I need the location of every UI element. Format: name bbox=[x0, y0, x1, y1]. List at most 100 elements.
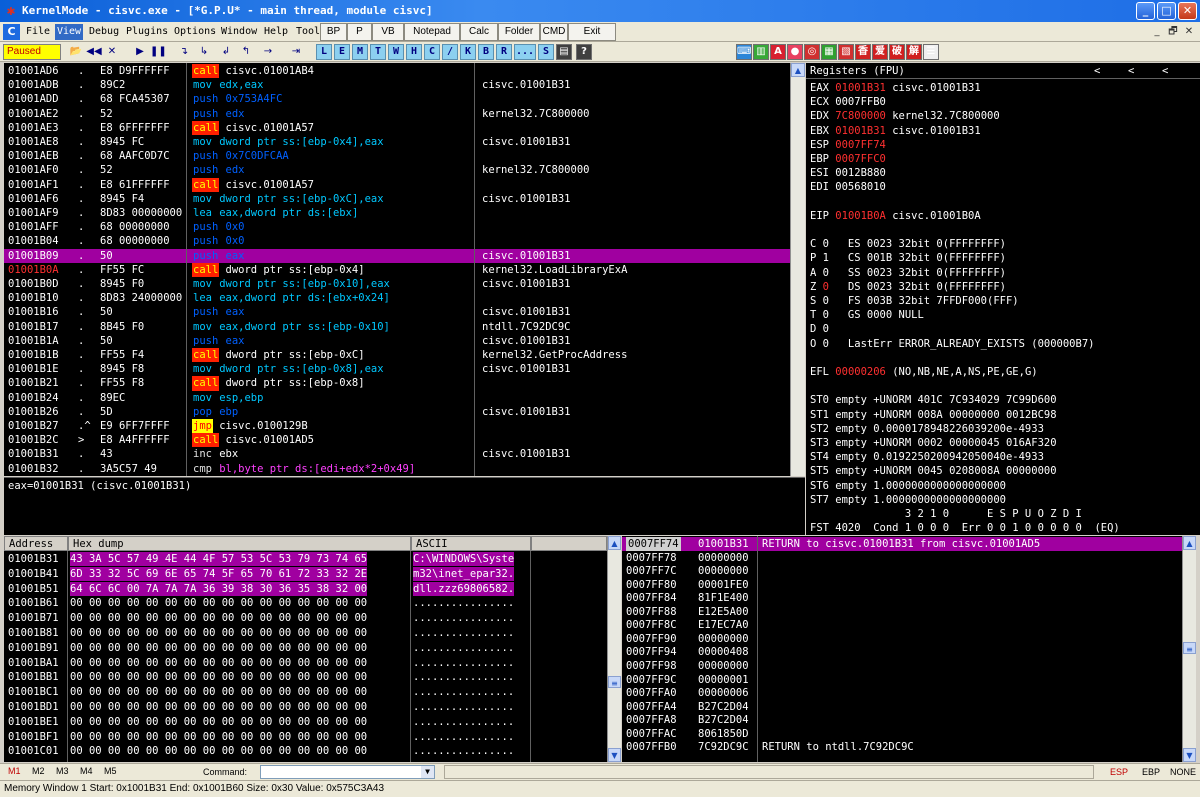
stack-row[interactable]: 0007FFAC 8061850D bbox=[622, 727, 1182, 741]
window-button-2[interactable]: M bbox=[352, 44, 368, 60]
dump-row[interactable]: 01001BA1 00 00 00 00 00 00 00 00 00 00 00… bbox=[4, 656, 607, 670]
window-button-1[interactable]: E bbox=[334, 44, 350, 60]
p-button[interactable]: P bbox=[347, 23, 372, 41]
register-line[interactable]: ESI 0012B880 bbox=[810, 166, 886, 180]
plugin-icon[interactable]: ● bbox=[787, 44, 803, 60]
minimize-button[interactable]: _ bbox=[1136, 2, 1155, 20]
disassembly-scrollbar[interactable]: ▲ bbox=[790, 63, 805, 476]
dump-row[interactable]: 01001B51 64 6C 6C 00 7A 7A 7A 36 39 38 30… bbox=[4, 581, 607, 596]
dump-scrollbar[interactable]: ▲ ≡ ▼ bbox=[607, 536, 621, 762]
register-line[interactable]: EAX 01001B31 cisvc.01001B31 bbox=[810, 81, 981, 95]
register-line[interactable]: A 0 SS 0023 32bit 0(FFFFFFFF) bbox=[810, 266, 1006, 280]
dump-header-ascii[interactable]: ASCII bbox=[411, 536, 531, 551]
window-button-6[interactable]: C bbox=[424, 44, 440, 60]
plugin-icon[interactable]: ▥ bbox=[753, 44, 769, 60]
execute-till-return-icon[interactable]: → bbox=[260, 44, 276, 60]
scroll-thumb[interactable]: ≡ bbox=[608, 676, 621, 688]
dump-row[interactable]: 01001BF1 00 00 00 00 00 00 00 00 00 00 00… bbox=[4, 730, 607, 744]
stack-row[interactable]: 0007FF80 00001FE0 bbox=[622, 578, 1182, 592]
mdi-restore-icon[interactable]: 🗗 bbox=[1166, 25, 1180, 39]
disasm-row[interactable]: 01001B0A. FF55 FC call dword ptr ss:[ebp-0x… bbox=[4, 262, 790, 277]
window-button-7[interactable]: / bbox=[442, 44, 458, 60]
dump-row[interactable]: 01001B31 43 3A 5C 57 49 4E 44 4F 57 53 5C… bbox=[4, 552, 607, 567]
register-nav-icon[interactable]: < bbox=[1162, 64, 1168, 78]
register-line[interactable]: ECX 0007FFB0 bbox=[810, 95, 886, 109]
stack-row[interactable]: 0007FFA4 B27C2D04 bbox=[622, 700, 1182, 714]
stack-row[interactable]: 0007FF74 01001B31 RETURN to cisvc.01001B31… bbox=[622, 537, 1182, 552]
plugin-icon[interactable]: ▧ bbox=[838, 44, 854, 60]
stack-row[interactable]: 0007FF84 81F1E400 bbox=[622, 591, 1182, 605]
mdi-minimize-icon[interactable]: _ bbox=[1150, 25, 1164, 39]
disasm-row[interactable]: 01001AE2. 52 push edx kernel32.7C800000 bbox=[4, 107, 790, 121]
command-input[interactable]: ▼ bbox=[260, 765, 435, 779]
dump-row[interactable]: 01001B91 00 00 00 00 00 00 00 00 00 00 00… bbox=[4, 641, 607, 655]
stack-row[interactable]: 0007FF90 00000000 bbox=[622, 632, 1182, 646]
register-line[interactable]: D 0 bbox=[810, 322, 829, 336]
menu-window[interactable]: Window bbox=[219, 24, 259, 40]
disasm-row[interactable]: 01001ADD. 68 FCA45307 push 0x753A4FC bbox=[4, 92, 790, 106]
stack-row[interactable]: 0007FF8C E17EC7A0 bbox=[622, 618, 1182, 632]
register-line[interactable]: EIP 01001B0A cisvc.01001B0A bbox=[810, 209, 981, 223]
calc-button[interactable]: Calc bbox=[460, 23, 498, 41]
disasm-row[interactable]: 01001B24. 89EC mov esp,ebp bbox=[4, 391, 790, 405]
close-button[interactable]: ✕ bbox=[1178, 2, 1197, 20]
plugin-icon[interactable]: 香 bbox=[855, 44, 871, 60]
register-line[interactable]: ST2 empty 0.0000178948226039200e-4933 bbox=[810, 422, 1044, 436]
window-button-8[interactable]: K bbox=[460, 44, 476, 60]
stack-row[interactable]: 0007FF94 00000408 bbox=[622, 645, 1182, 659]
menu-options[interactable]: Options bbox=[172, 24, 218, 40]
register-line[interactable]: C 0 ES 0023 32bit 0(FFFFFFFF) bbox=[810, 237, 1006, 251]
stack-row[interactable]: 0007FF88 E12E5A00 bbox=[622, 605, 1182, 619]
register-line[interactable]: S 0 FS 003B 32bit 7FFDF000(FFF) bbox=[810, 294, 1019, 308]
register-line[interactable]: ST1 empty +UNORM 008A 00000000 0012BC98 bbox=[810, 408, 1057, 422]
dump-row[interactable]: 01001BD1 00 00 00 00 00 00 00 00 00 00 00… bbox=[4, 700, 607, 714]
disasm-row[interactable]: 01001B1A. 50 push eax cisvc.01001B31 bbox=[4, 334, 790, 348]
dump-row[interactable]: 01001B41 6D 33 32 5C 69 6E 65 74 5F 65 70… bbox=[4, 566, 607, 581]
memory-tab-m4[interactable]: M4 bbox=[80, 766, 93, 776]
cmd-button[interactable]: CMD bbox=[540, 23, 568, 41]
stack-row[interactable]: 0007FF9C 00000001 bbox=[622, 673, 1182, 687]
disasm-row[interactable]: 01001B09. 50 push eax cisvc.01001B31 bbox=[4, 248, 790, 263]
disasm-row[interactable]: 01001B17. 8B45 F0 mov eax,dword ptr ss:[ebp… bbox=[4, 320, 790, 334]
window-button-4[interactable]: W bbox=[388, 44, 404, 60]
plugin-icon[interactable]: ◎ bbox=[804, 44, 820, 60]
disasm-row[interactable]: 01001AF1. E8 61FFFFFF call cisvc.01001A57 bbox=[4, 177, 790, 192]
dump-row[interactable]: 01001BC1 00 00 00 00 00 00 00 00 00 00 00… bbox=[4, 685, 607, 699]
disassembly-pane[interactable]: 01001AD6. E8 D9FFFFFF call cisvc.01001AB4 01… bbox=[4, 63, 790, 476]
go-to-icon[interactable]: ⇥ bbox=[288, 44, 304, 60]
stack-row[interactable]: 0007FF7C 00000000 bbox=[622, 564, 1182, 578]
disasm-row[interactable]: 01001B31. 43 inc ebx cisvc.01001B31 bbox=[4, 447, 790, 461]
window-button-9[interactable]: B bbox=[478, 44, 494, 60]
stack-row[interactable]: 0007FFA0 00000006 bbox=[622, 686, 1182, 700]
disasm-row[interactable]: 01001ADB. 89C2 mov edx,eax cisvc.01001B31 bbox=[4, 78, 790, 92]
stack-row[interactable]: 0007FFA8 B27C2D04 bbox=[622, 713, 1182, 727]
plugin-icon[interactable]: ▦ bbox=[821, 44, 837, 60]
close-icon[interactable]: ✕ bbox=[104, 44, 120, 60]
register-line[interactable]: EBP 0007FFC0 bbox=[810, 152, 886, 166]
memory-tab-m2[interactable]: M2 bbox=[32, 766, 45, 776]
plugin-icon[interactable]: 破 bbox=[889, 44, 905, 60]
stack-scrollbar[interactable]: ▲ ≡ ▼ bbox=[1182, 536, 1196, 762]
menu-plugins[interactable]: Plugins bbox=[124, 24, 170, 40]
disasm-row[interactable]: 01001AF6. 8945 F4 mov dword ptr ss:[ebp-0xC… bbox=[4, 192, 790, 206]
trace-into-icon[interactable]: ↲ bbox=[218, 44, 234, 60]
plugin-icon[interactable]: ⌨ bbox=[736, 44, 752, 60]
vb-button[interactable]: VB bbox=[372, 23, 404, 41]
register-line[interactable]: EFL 00000206 (NO,NB,NE,A,NS,PE,GE,G) bbox=[810, 365, 1038, 379]
dump-row[interactable]: 01001B71 00 00 00 00 00 00 00 00 00 00 00… bbox=[4, 611, 607, 625]
disasm-row[interactable]: 01001AF9. 8D83 00000000 lea eax,dword ptr d… bbox=[4, 206, 790, 220]
disasm-row[interactable]: 01001AEB. 68 AAFC0D7C push 0x7C0DFCAA bbox=[4, 149, 790, 163]
disasm-row[interactable]: 01001B21. FF55 F8 call dword ptr ss:[ebp-0x… bbox=[4, 376, 790, 391]
stack-pane[interactable]: 0007FF74 01001B31 RETURN to cisvc.01001B31… bbox=[622, 536, 1182, 762]
menu-view[interactable]: View bbox=[55, 24, 84, 40]
disasm-row[interactable]: 01001AF0. 52 push edx kernel32.7C800000 bbox=[4, 163, 790, 177]
memory-tab-m1[interactable]: M1 bbox=[8, 766, 21, 776]
register-line[interactable]: 3 2 1 0 E S P U O Z D I bbox=[810, 507, 1082, 521]
register-line[interactable]: ST5 empty +UNORM 0045 0208008A 00000000 bbox=[810, 464, 1057, 478]
menu-debug[interactable]: Debug bbox=[87, 24, 121, 40]
registers-pane[interactable]: Registers (FPU) < < < EAX 01001B31 cisvc… bbox=[806, 63, 1200, 535]
scroll-down-icon[interactable]: ▼ bbox=[608, 748, 621, 762]
register-line[interactable]: Z 0 DS 0023 32bit 0(FFFFFFFF) bbox=[810, 280, 1006, 294]
notepad-button[interactable]: Notepad bbox=[404, 23, 460, 41]
register-line[interactable]: FST 4020 Cond 1 0 0 0 Err 0 0 1 0 0 0 0 … bbox=[810, 521, 1120, 535]
